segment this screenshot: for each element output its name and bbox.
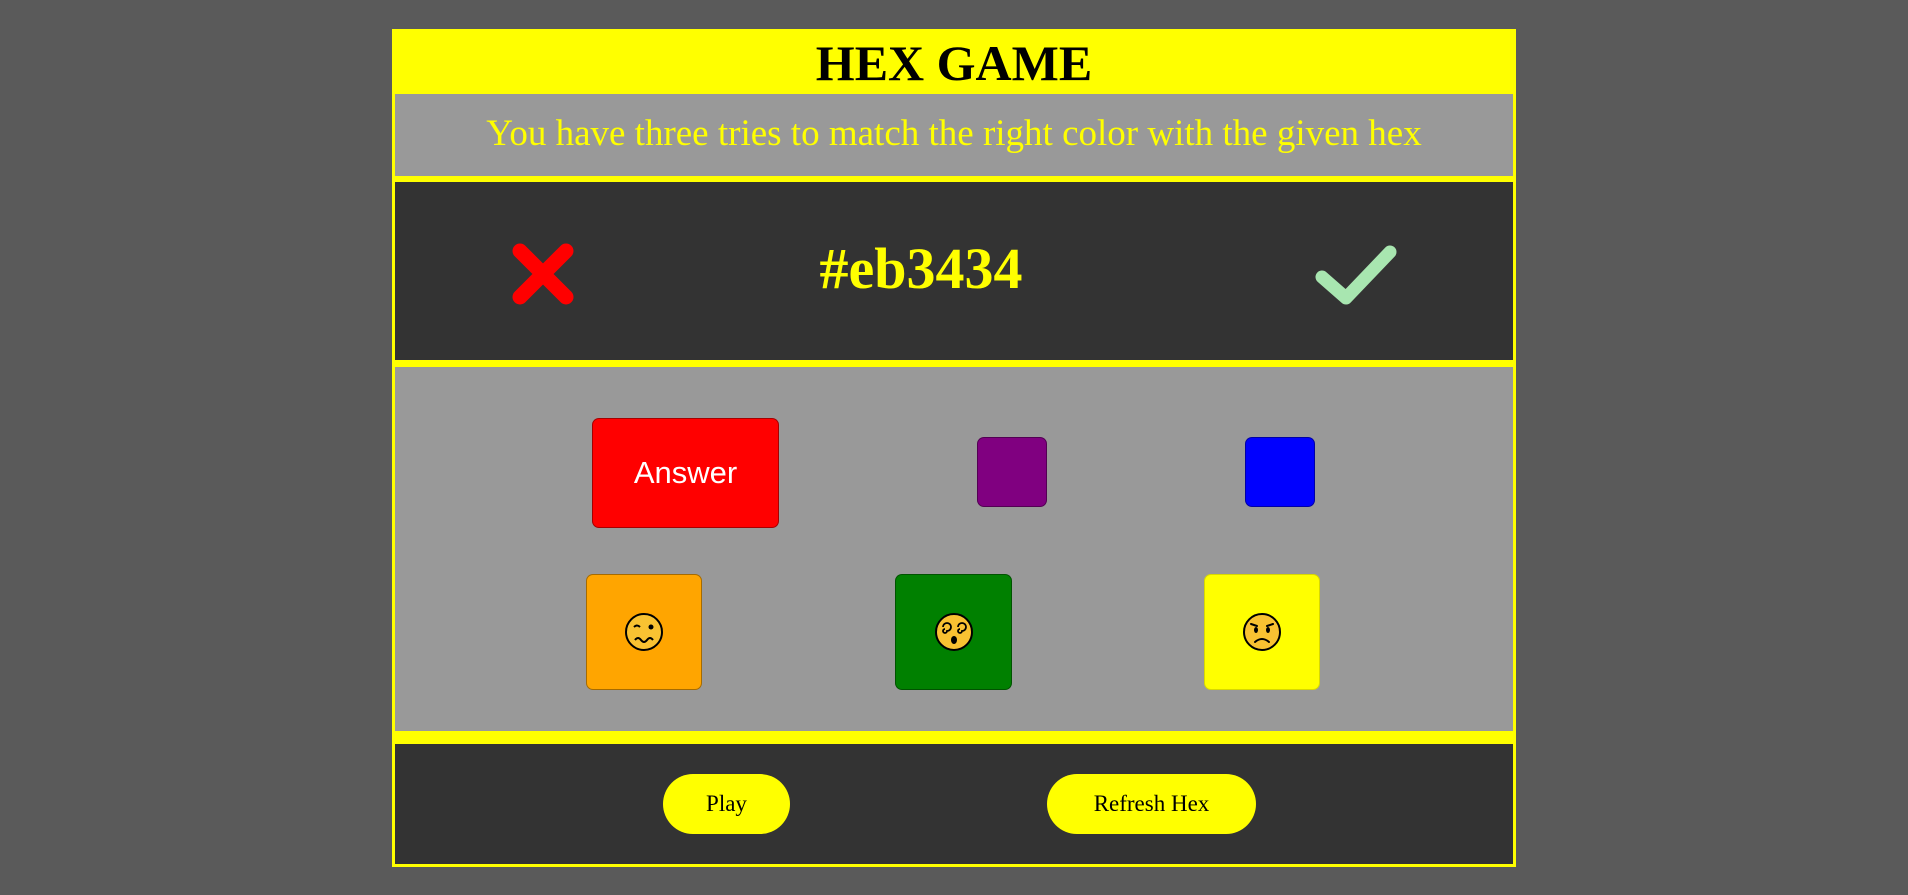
orange-swatch-button[interactable] [586, 574, 702, 690]
title-bar: HEX GAME [392, 29, 1516, 92]
refresh-hex-button[interactable]: Refresh Hex [1047, 774, 1256, 834]
check-mark-icon [1315, 245, 1397, 305]
woozy-face-icon [625, 613, 663, 651]
blue-swatch-button[interactable] [1245, 437, 1315, 507]
worried-face-icon [1243, 613, 1281, 651]
instructions-text: You have three tries to match the right … [486, 112, 1422, 154]
answer-label: Answer [633, 455, 738, 490]
controls-panel: Play Refresh Hex [395, 744, 1513, 864]
color-choices-panel: Answer [395, 367, 1513, 731]
hex-game-container: HEX GAME You have three tries to match t… [392, 29, 1516, 867]
instructions-panel: You have three tries to match the right … [395, 94, 1513, 176]
page-title: HEX GAME [815, 34, 1093, 91]
yellow-swatch-button[interactable] [1204, 574, 1320, 690]
dizzy-face-icon [934, 613, 973, 651]
purple-swatch-button[interactable] [977, 437, 1047, 507]
play-button[interactable]: Play [663, 774, 790, 834]
green-swatch-button[interactable] [895, 574, 1012, 690]
hex-panel: #eb3434 [395, 182, 1513, 360]
answer-swatch-button[interactable]: Answer [592, 418, 779, 528]
